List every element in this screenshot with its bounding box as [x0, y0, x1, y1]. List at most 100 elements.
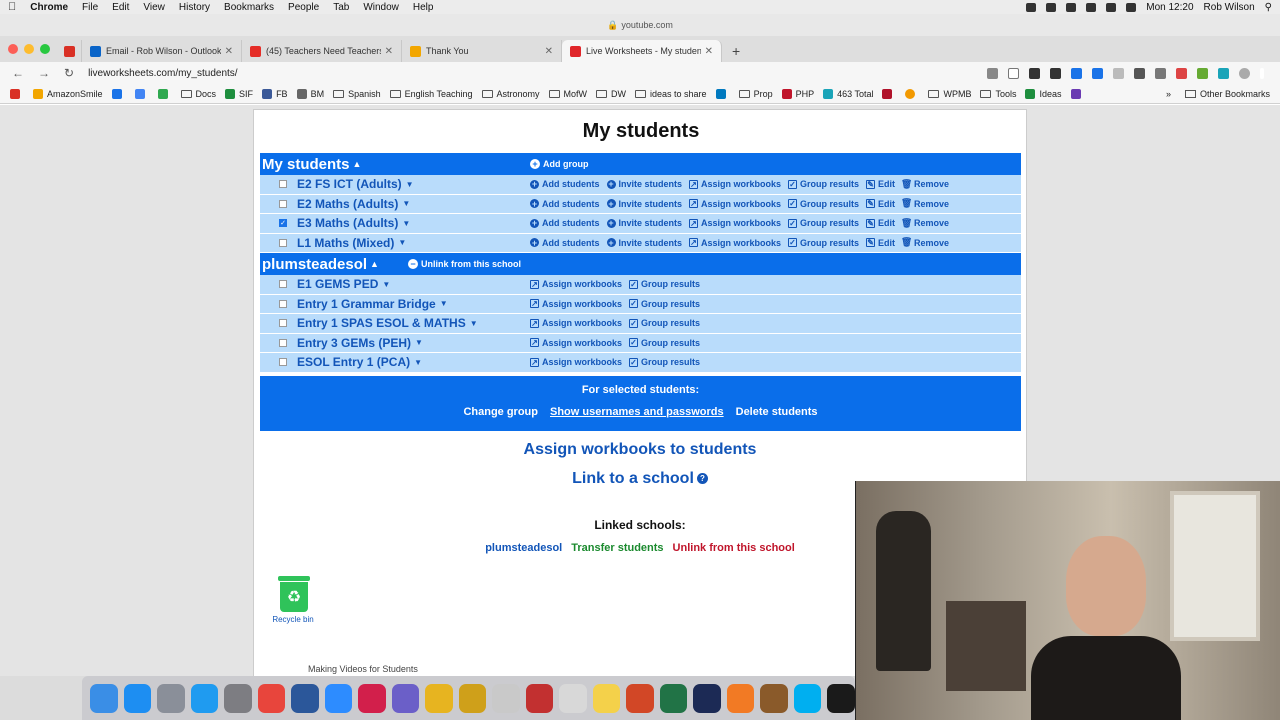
row-checkbox[interactable]	[279, 280, 287, 289]
bookmark-purple[interactable]	[1070, 88, 1085, 99]
chevron-down-icon[interactable]: ▼	[406, 180, 414, 189]
moon-icon[interactable]	[1050, 67, 1061, 79]
clock[interactable]: Mon 12:20	[1146, 2, 1193, 13]
show-passwords-button[interactable]: Show usernames and passwords	[550, 406, 724, 418]
zoom-window-icon[interactable]	[40, 44, 50, 54]
preview-icon[interactable]	[492, 683, 520, 713]
bookmark-calendar[interactable]	[111, 88, 126, 99]
group-row-name[interactable]: L1 Maths (Mixed)	[297, 236, 394, 250]
menu-file[interactable]: File	[82, 2, 98, 13]
group-results-button[interactable]: ✓ Group results	[629, 299, 700, 309]
invite-students-button[interactable]: + Invite students	[606, 199, 682, 209]
row-checkbox[interactable]	[279, 338, 287, 347]
spotlight-icon[interactable]: ⚲	[1265, 2, 1272, 13]
bookmark-astronomy[interactable]: Astronomy	[481, 89, 540, 99]
recycle-bin[interactable]: ♻ Recycle bin	[270, 576, 318, 624]
address-bar[interactable]: liveworksheets.com/my_students/	[88, 64, 987, 82]
caret-up-icon[interactable]: ▲	[353, 159, 362, 169]
group-name[interactable]: plumsteadesol	[260, 256, 367, 273]
user-name[interactable]: Rob Wilson	[1204, 2, 1255, 13]
assign-workbooks-button[interactable]: ↗ Assign workbooks	[530, 279, 622, 289]
add-students-button[interactable]: + Add students	[530, 238, 600, 248]
row-checkbox[interactable]: ✓	[279, 219, 287, 228]
edit-button[interactable]: ✎ Edit	[866, 238, 895, 248]
edit-button[interactable]: ✎ Edit	[866, 179, 895, 189]
powerpoint-icon[interactable]	[626, 683, 654, 713]
bookmark-463-total[interactable]: 463 Total	[823, 88, 873, 99]
key-icon[interactable]	[987, 67, 998, 79]
other-bookmarks[interactable]: » Other Bookmarks	[1166, 89, 1270, 99]
edit-button[interactable]: ✎ Edit	[866, 199, 895, 209]
wifi-icon[interactable]	[1106, 2, 1117, 12]
group-row-name[interactable]: E1 GEMS PED	[297, 277, 378, 291]
extension-icon[interactable]	[1218, 67, 1229, 79]
assign-workbooks-button[interactable]: ↗ Assign workbooks	[689, 238, 781, 248]
row-checkbox[interactable]	[279, 299, 287, 308]
close-tab-icon[interactable]: ✕	[385, 46, 393, 57]
safari-icon[interactable]	[190, 683, 219, 713]
group-row-name[interactable]: ESOL Entry 1 (PCA)	[297, 355, 410, 369]
assign-workbooks-button[interactable]: ↗ Assign workbooks	[689, 179, 781, 189]
group-results-button[interactable]: ✓ Group results	[629, 357, 700, 367]
add-students-button[interactable]: + Add students	[530, 218, 600, 228]
chevron-down-icon[interactable]: ▼	[382, 280, 390, 289]
avatar[interactable]	[1239, 67, 1250, 79]
group-results-button[interactable]: ✓ Group results	[629, 318, 700, 328]
star-icon[interactable]	[1008, 67, 1019, 79]
extension-icon[interactable]	[1155, 67, 1166, 79]
menu-window[interactable]: Window	[363, 2, 399, 13]
menu-view[interactable]: View	[143, 2, 165, 13]
textedit-icon[interactable]	[559, 683, 587, 713]
group-results-button[interactable]: ✓ Group results	[788, 199, 859, 209]
bookmark-sif[interactable]: SIF	[225, 88, 253, 99]
bookmark-amazonsmile[interactable]: AmazonSmile	[33, 88, 103, 99]
row-checkbox[interactable]	[279, 238, 287, 247]
new-tab-button[interactable]: +	[722, 40, 750, 62]
remove-button[interactable]: 🗑 Remove	[901, 237, 949, 248]
row-checkbox[interactable]	[279, 199, 287, 208]
lips-icon[interactable]	[358, 683, 386, 713]
add-group-button[interactable]: + Add group	[530, 159, 589, 169]
close-tab-icon[interactable]: ✕	[705, 46, 713, 57]
group-row-name[interactable]: Entry 1 Grammar Bridge	[297, 297, 436, 311]
reload-icon[interactable]: ↻	[64, 66, 74, 80]
bookmark-google[interactable]	[134, 88, 149, 99]
bookmark-red[interactable]	[882, 88, 896, 99]
edit-button[interactable]: ✎ Edit	[866, 218, 895, 228]
system-preferences-icon[interactable]	[224, 683, 252, 713]
transfer-students-link[interactable]: Transfer students	[571, 542, 663, 554]
app-store-icon[interactable]	[123, 683, 152, 713]
assign-workbooks-button[interactable]: ↗ Assign workbooks	[530, 318, 622, 328]
tab-amazon[interactable]: Thank You ✕	[402, 40, 562, 62]
assign-workbooks-button[interactable]: ↗ Assign workbooks	[530, 338, 622, 348]
bookmark-tools[interactable]: Tools	[980, 89, 1016, 99]
notes-icon[interactable]	[592, 683, 621, 713]
invite-students-button[interactable]: + Invite students	[606, 218, 682, 228]
remove-button[interactable]: 🗑 Remove	[901, 179, 949, 190]
remove-button[interactable]: 🗑 Remove	[901, 218, 949, 229]
row-checkbox[interactable]	[279, 319, 287, 328]
group-results-button[interactable]: ✓ Group results	[788, 179, 859, 189]
extension-icon[interactable]	[1071, 67, 1082, 79]
menu-bookmarks[interactable]: Bookmarks	[224, 2, 274, 13]
group-results-button[interactable]: ✓ Group results	[788, 238, 859, 248]
invite-students-button[interactable]: + Invite students	[606, 238, 682, 248]
bookmark-wpmb[interactable]: WPMB	[928, 89, 971, 99]
bookmark-prop[interactable]: Prop	[738, 89, 773, 99]
chevron-double-right-icon[interactable]: »	[1166, 89, 1171, 99]
chevron-down-icon[interactable]: ▼	[470, 319, 478, 328]
chevron-down-icon[interactable]: ▼	[414, 358, 422, 367]
tab-outlook[interactable]: Email - Rob Wilson - Outlook ✕	[82, 40, 242, 62]
finder-icon[interactable]	[90, 683, 118, 713]
bookmark-sun[interactable]	[905, 88, 919, 99]
chevron-down-icon[interactable]: ▼	[440, 299, 448, 308]
invite-students-button[interactable]: + Invite students	[606, 179, 682, 189]
status-icon[interactable]	[1046, 2, 1057, 12]
chrome-icon[interactable]	[257, 683, 286, 713]
close-window-icon[interactable]	[8, 44, 18, 54]
tab-youtube[interactable]: (45) Teachers Need Teachers ✕	[242, 40, 402, 62]
assign-workbooks-button[interactable]: ↗ Assign workbooks	[689, 218, 781, 228]
unlink-school-button[interactable]: − Unlink from this school	[408, 259, 521, 269]
status-icon[interactable]	[1086, 2, 1097, 12]
change-group-button[interactable]: Change group	[463, 406, 538, 418]
